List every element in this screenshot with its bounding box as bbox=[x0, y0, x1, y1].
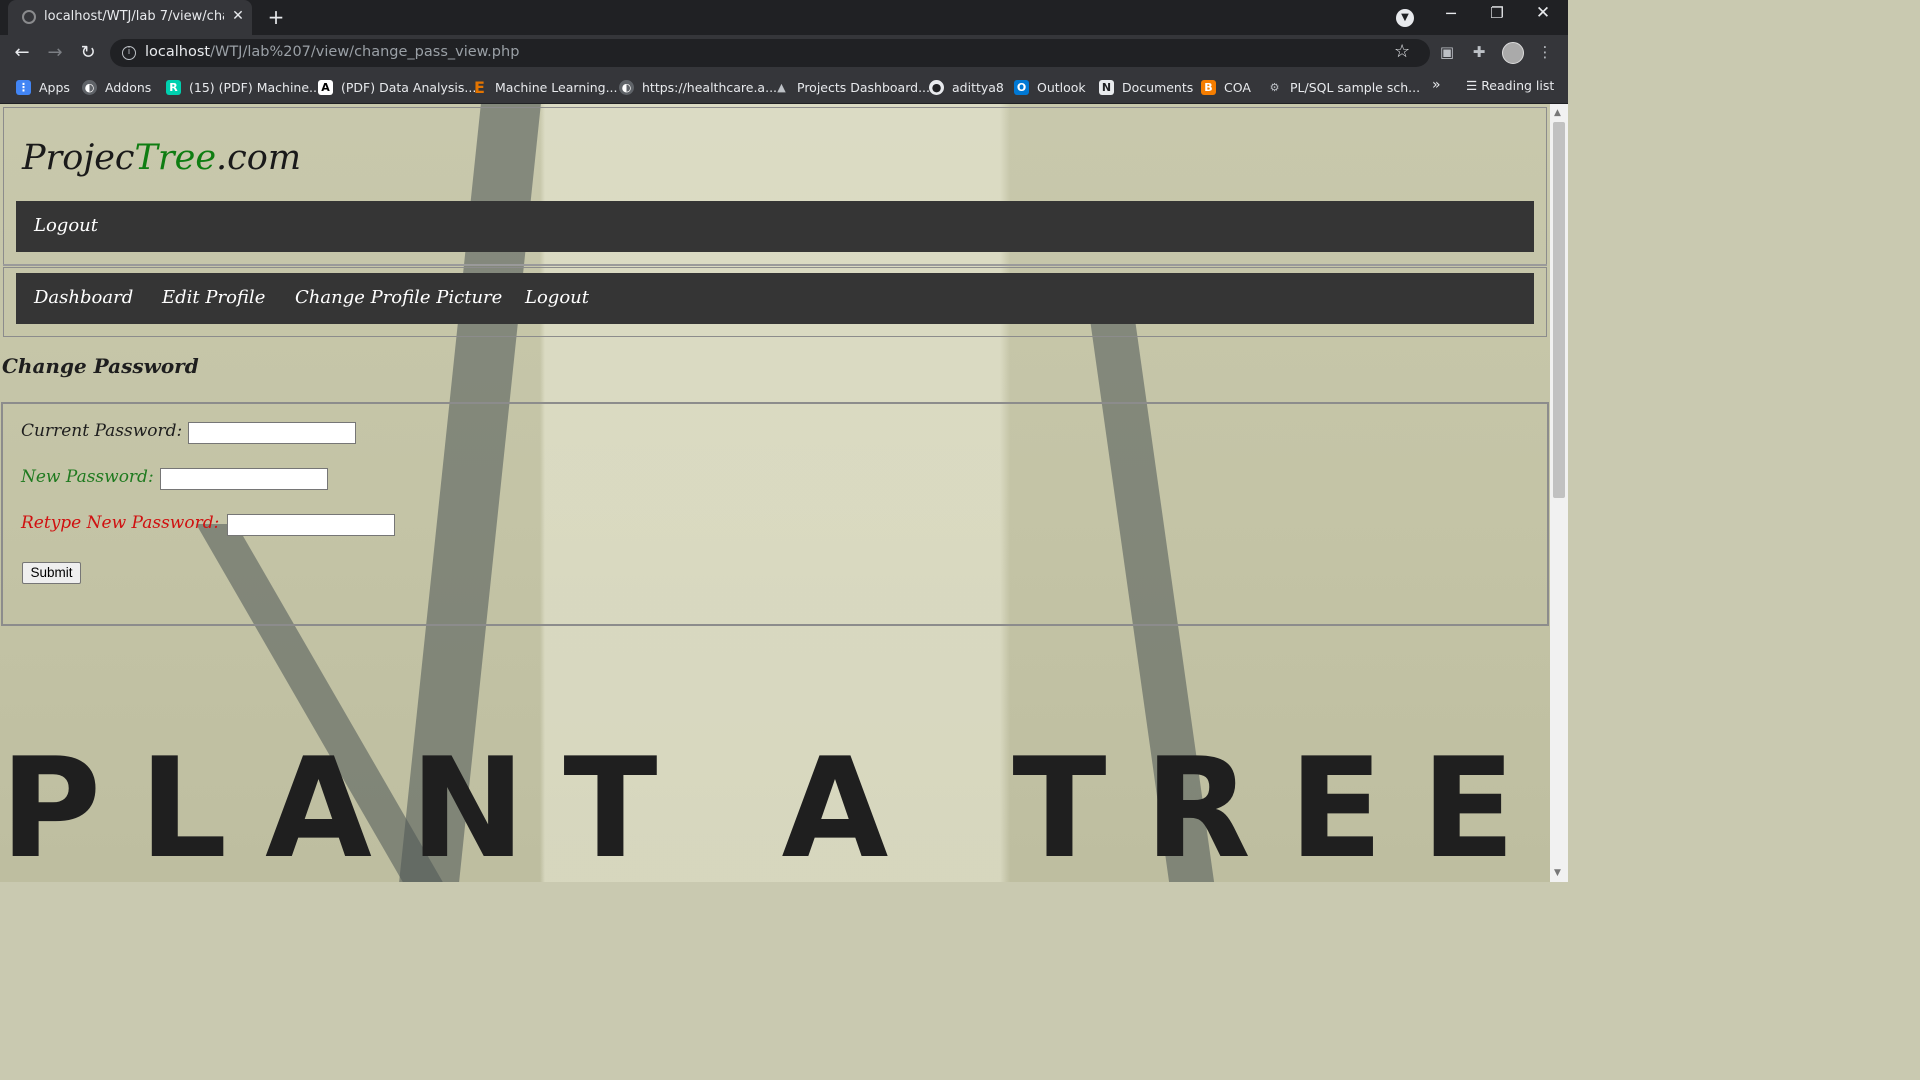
profile-avatar[interactable] bbox=[1502, 42, 1524, 64]
reading-list-icon: ☰ bbox=[1466, 78, 1482, 93]
url-text[interactable]: localhost/WTJ/lab%207/view/change_pass_v… bbox=[145, 44, 519, 60]
site-info-icon[interactable]: i bbox=[122, 46, 136, 60]
scroll-down-arrow-icon[interactable]: ▼ bbox=[1554, 868, 1561, 878]
bookmark-machine-learning[interactable]: E Machine Learning... bbox=[472, 77, 617, 97]
reading-list-button[interactable]: ☰ Reading list bbox=[1466, 78, 1554, 93]
minimize-button[interactable]: ─ bbox=[1440, 4, 1462, 23]
blogger-icon: B bbox=[1201, 79, 1216, 95]
site-logo[interactable]: ProjecTree.com bbox=[22, 138, 301, 178]
loading-favicon-icon bbox=[22, 10, 36, 24]
nav-dashboard-link[interactable]: Dashboard bbox=[34, 287, 133, 308]
notion-icon: N bbox=[1099, 79, 1114, 95]
retype-password-input[interactable] bbox=[227, 514, 395, 536]
bookmark-pdf-machine[interactable]: R (15) (PDF) Machine... bbox=[166, 78, 321, 96]
e-icon: E bbox=[474, 77, 485, 97]
main-nav-bar: Dashboard Edit Profile Change Profile Pi… bbox=[16, 273, 1534, 324]
bookmarks-bar: ⋮ Apps ◐ Addons R (15) (PDF) Machine... A (P… bbox=[0, 71, 1568, 104]
more-bookmarks-chevron-icon[interactable]: » bbox=[1432, 77, 1441, 93]
new-password-input[interactable] bbox=[160, 468, 328, 490]
close-window-button[interactable]: ✕ bbox=[1532, 3, 1554, 23]
bookmark-healthcare[interactable]: ◐ https://healthcare.a... bbox=[619, 78, 777, 96]
bookmark-plsql[interactable]: ⚙ PL/SQL sample sch... bbox=[1267, 78, 1421, 96]
top-nav-bar: Logout bbox=[16, 201, 1534, 252]
bookmark-github[interactable]: ● adittya8 bbox=[929, 78, 1004, 96]
header-divider bbox=[3, 264, 1547, 266]
back-arrow-icon[interactable]: ← bbox=[10, 41, 34, 65]
browser-tab[interactable]: localhost/WTJ/lab 7/view/change ✕ bbox=[8, 0, 252, 35]
top-logout-link[interactable]: Logout bbox=[34, 215, 98, 236]
scroll-up-arrow-icon[interactable]: ▲ bbox=[1554, 108, 1561, 118]
web-page: ProjecTree.com Logout Dashboard Edit Pro… bbox=[0, 104, 1550, 882]
tab-strip: localhost/WTJ/lab 7/view/change ✕ + ▼ ─ … bbox=[0, 0, 1568, 35]
globe-icon: ◐ bbox=[82, 79, 97, 95]
address-bar[interactable]: i localhost/WTJ/lab%207/view/change_pass… bbox=[110, 39, 1430, 67]
reload-icon[interactable]: ↻ bbox=[76, 41, 100, 65]
tab-title: localhost/WTJ/lab 7/view/change bbox=[44, 9, 224, 24]
triangle-icon: ▲ bbox=[777, 80, 786, 94]
globe-icon: ◐ bbox=[619, 79, 634, 95]
nav-edit-profile-link[interactable]: Edit Profile bbox=[162, 287, 265, 308]
extension-camera-icon[interactable]: ▣ bbox=[1436, 41, 1458, 63]
new-password-label: New Password: bbox=[21, 467, 154, 487]
bookmark-outlook[interactable]: O Outlook bbox=[1014, 78, 1086, 96]
browser-toolbar: ← → ↻ i localhost/WTJ/lab%207/view/chang… bbox=[0, 35, 1568, 71]
nav-logout-link[interactable]: Logout bbox=[525, 287, 589, 308]
scrollbar-thumb[interactable] bbox=[1553, 122, 1565, 498]
menu-kebab-icon[interactable]: ⋮ bbox=[1534, 41, 1556, 63]
retype-password-label: Retype New Password: bbox=[21, 513, 220, 533]
bookmark-apps[interactable]: ⋮ Apps bbox=[16, 78, 70, 96]
nav-change-profile-picture-link[interactable]: Change Profile Picture bbox=[295, 287, 502, 308]
new-tab-button[interactable]: + bbox=[264, 5, 288, 29]
restore-button[interactable]: ❐ bbox=[1486, 4, 1508, 22]
change-password-form: Current Password: New Password: Retype N… bbox=[1, 402, 1549, 626]
tab-search-icon[interactable]: ▼ bbox=[1396, 9, 1414, 27]
bookmark-addons[interactable]: ◐ Addons bbox=[82, 78, 151, 96]
current-password-label: Current Password: bbox=[21, 421, 183, 441]
network-icon: ⚙ bbox=[1269, 80, 1280, 94]
academia-icon: A bbox=[318, 79, 333, 95]
bookmark-coa[interactable]: B COA bbox=[1201, 78, 1251, 96]
outlook-icon: O bbox=[1014, 79, 1029, 95]
bookmark-pdf-data-analysis[interactable]: A (PDF) Data Analysis... bbox=[318, 78, 476, 96]
forward-arrow-icon[interactable]: → bbox=[43, 41, 67, 65]
close-tab-icon[interactable]: ✕ bbox=[230, 8, 246, 26]
researchgate-icon: R bbox=[166, 79, 181, 95]
page-title: Change Password bbox=[2, 354, 199, 378]
current-password-input[interactable] bbox=[188, 422, 356, 444]
github-icon: ● bbox=[929, 79, 944, 95]
submit-button[interactable]: Submit bbox=[22, 562, 81, 584]
bookmark-documents[interactable]: N Documents bbox=[1099, 78, 1193, 96]
bookmark-projects-dashboard[interactable]: ▲ Projects Dashboard... bbox=[774, 78, 930, 96]
bookmark-star-icon[interactable]: ☆ bbox=[1394, 41, 1410, 62]
apps-grid-icon: ⋮ bbox=[16, 79, 31, 95]
page-scrollbar[interactable]: ▲ ▼ bbox=[1550, 104, 1568, 882]
plant-a-tree-banner: PLANT A TREE bbox=[0, 728, 1550, 882]
extensions-puzzle-icon[interactable]: ✚ bbox=[1468, 41, 1490, 63]
